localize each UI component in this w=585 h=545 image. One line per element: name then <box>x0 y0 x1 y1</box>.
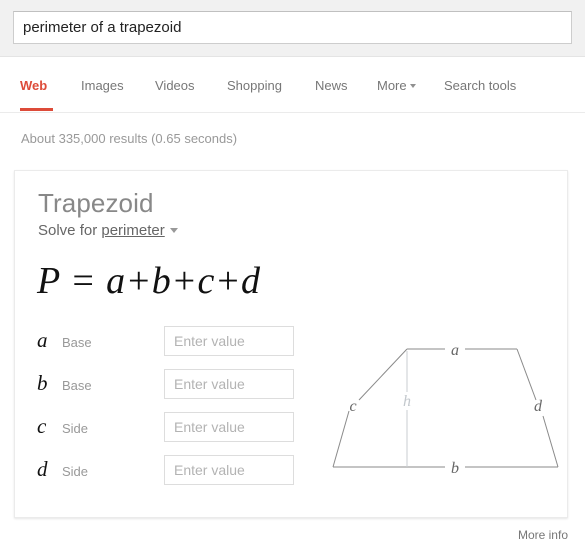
solve-for-label: Solve for <box>38 222 98 239</box>
solve-for-dropdown[interactable]: perimeter <box>101 222 164 239</box>
diagram-label-c: c <box>349 398 356 415</box>
tab-news[interactable]: News <box>315 78 348 93</box>
variable-label-a: Base <box>62 335 92 350</box>
more-info-link[interactable]: More info <box>518 528 568 542</box>
variable-label-d: Side <box>62 464 89 479</box>
tab-videos[interactable]: Videos <box>155 78 195 93</box>
tab-more-label: More <box>377 78 407 93</box>
search-header-bar <box>0 0 585 57</box>
search-input[interactable] <box>23 12 563 43</box>
chevron-down-icon <box>409 84 416 89</box>
variable-input-a[interactable] <box>164 326 294 356</box>
trapezoid-edge-left-upper-seg <box>358 348 408 401</box>
diagram-label-d: d <box>534 398 543 415</box>
diagram-label-a: a <box>451 342 459 359</box>
variable-symbol-b: b <box>37 371 48 395</box>
variable-row-a: a Base <box>15 326 345 369</box>
variable-label-b: Base <box>62 378 92 393</box>
variable-input-d[interactable] <box>164 455 294 485</box>
tab-images[interactable]: Images <box>81 78 124 93</box>
page-title: Trapezoid <box>38 188 154 218</box>
active-tab-indicator <box>20 108 53 111</box>
result-stats: About 335,000 results (0.65 seconds) <box>21 131 238 146</box>
tab-more[interactable]: More <box>377 78 416 93</box>
variable-input-list: a Base b Base c Side d Side <box>15 326 345 498</box>
diagram-label-b: b <box>451 460 459 477</box>
variable-symbol-d: d <box>37 457 48 481</box>
variable-row-d: d Side <box>15 455 345 498</box>
variable-input-b[interactable] <box>164 369 294 399</box>
chevron-down-icon[interactable] <box>169 227 178 233</box>
trapezoid-diagram: a b c d h <box>305 326 567 486</box>
variable-input-c[interactable] <box>164 412 294 442</box>
tab-shopping[interactable]: Shopping <box>227 78 282 93</box>
variable-label-c: Side <box>62 421 89 436</box>
diagram-label-h: h <box>403 393 411 410</box>
trapezoid-edge-left-lower-seg <box>332 410 350 468</box>
search-nav-tabs: Web Images Videos Shopping News More Sea… <box>0 58 585 113</box>
trapezoid-edge-right-upper-seg <box>516 348 537 401</box>
variable-row-c: c Side <box>15 412 345 455</box>
variable-row-b: b Base <box>15 369 345 412</box>
variable-symbol-a: a <box>37 328 48 352</box>
variable-symbol-c: c <box>37 414 47 438</box>
tab-web[interactable]: Web <box>20 78 47 93</box>
tab-search-tools[interactable]: Search tools <box>444 78 516 93</box>
trapezoid-edge-right-lower-seg <box>542 415 559 468</box>
trapezoid-calculator-card: Trapezoid Solve for perimeter P = a+b+c+… <box>14 170 568 518</box>
solve-for-row: Solve for perimeter <box>38 222 178 239</box>
search-box[interactable] <box>13 11 572 44</box>
formula-display: P = a+b+c+d <box>37 260 261 302</box>
